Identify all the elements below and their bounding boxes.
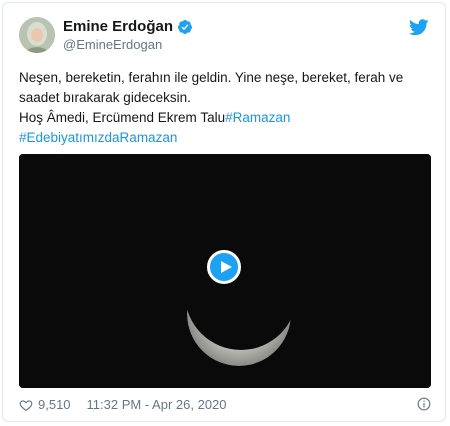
play-icon[interactable] (207, 250, 241, 284)
hashtag-ramazan[interactable]: #Ramazan (225, 110, 290, 125)
twitter-bird-icon[interactable] (409, 19, 429, 36)
hashtag-edebiyatimizdaramazan[interactable]: #EdebiyatımızdaRamazan (19, 128, 431, 148)
video-player[interactable] (19, 154, 431, 388)
tweet-line-3: Hoş Âmedi, Ercümend Ekrem Talu#Ramazan (19, 108, 431, 128)
verified-badge-icon (178, 19, 193, 34)
tweet-text: Neşen, bereketin, ferahın ile geldin. Yi… (19, 68, 431, 148)
tweet-line-1: Neşen, bereketin, ferahın ile geldin. Yi… (19, 70, 404, 85)
tweet-card: Emine Erdoğan @EmineErdogan Neşen, berek… (2, 2, 446, 422)
avatar[interactable] (19, 17, 55, 53)
tweet-timestamp[interactable]: 11:32 PM - Apr 26, 2020 (87, 397, 227, 412)
heart-icon[interactable] (19, 398, 33, 412)
tweet-line-2: saadet bırakarak gideceksin. (19, 90, 191, 105)
like-count[interactable]: 9,510 (38, 397, 71, 412)
author-name-text: Emine Erdoğan (63, 18, 174, 35)
author-name[interactable]: Emine Erdoğan (63, 18, 193, 35)
author-handle[interactable]: @EmineErdogan (63, 37, 162, 52)
tweet-credit: Hoş Âmedi, Ercümend Ekrem Talu (19, 110, 226, 125)
avatar-image (19, 17, 55, 53)
tweet-footer: 9,510 11:32 PM - Apr 26, 2020 (19, 397, 431, 412)
info-icon[interactable] (417, 397, 431, 411)
